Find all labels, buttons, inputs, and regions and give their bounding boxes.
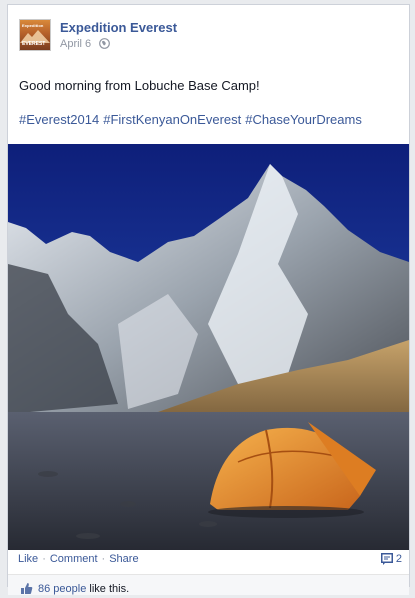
hashtag-link[interactable]: #Everest2014: [19, 112, 99, 127]
post-date[interactable]: April 6: [60, 38, 91, 50]
likes-people-link[interactable]: 86 people: [38, 583, 86, 595]
page-name-link[interactable]: Expedition Everest: [60, 20, 177, 35]
post-photo[interactable]: [8, 144, 409, 550]
post-card: Expedition EVEREST Expedition Everest Ap…: [7, 4, 410, 595]
comment-link[interactable]: Comment: [50, 553, 98, 565]
post-actions: Like · Comment · Share 2: [18, 553, 402, 571]
post-hashtags: #Everest2014 #FirstKenyanOnEverest #ChaseY…: [19, 112, 404, 128]
avatar-logo-text: Expedition: [22, 23, 44, 28]
thumbs-up-icon: [20, 582, 33, 598]
likes-bar: 86 people like this.: [8, 574, 409, 595]
separator-dot: ·: [101, 553, 106, 565]
hashtag-link[interactable]: #ChaseYourDreams: [245, 112, 362, 127]
share-link[interactable]: Share: [109, 553, 138, 565]
post-message: Good morning from Lobuche Base Camp!: [19, 78, 260, 93]
comment-count-value: 2: [395, 553, 402, 565]
like-link[interactable]: Like: [18, 553, 38, 565]
separator-dot: ·: [42, 553, 46, 565]
comment-count-button[interactable]: 2: [380, 553, 402, 565]
likes-summary: 86 people like this.: [20, 582, 129, 598]
comment-icon: [380, 553, 393, 565]
likes-suffix: like this.: [86, 583, 130, 595]
globe-icon[interactable]: [99, 38, 111, 52]
hashtag-link[interactable]: #FirstKenyanOnEverest: [103, 112, 241, 127]
page-avatar[interactable]: Expedition EVEREST: [19, 19, 51, 51]
post-meta: April 6: [60, 38, 111, 52]
avatar-logo-sub: EVEREST: [22, 41, 46, 47]
